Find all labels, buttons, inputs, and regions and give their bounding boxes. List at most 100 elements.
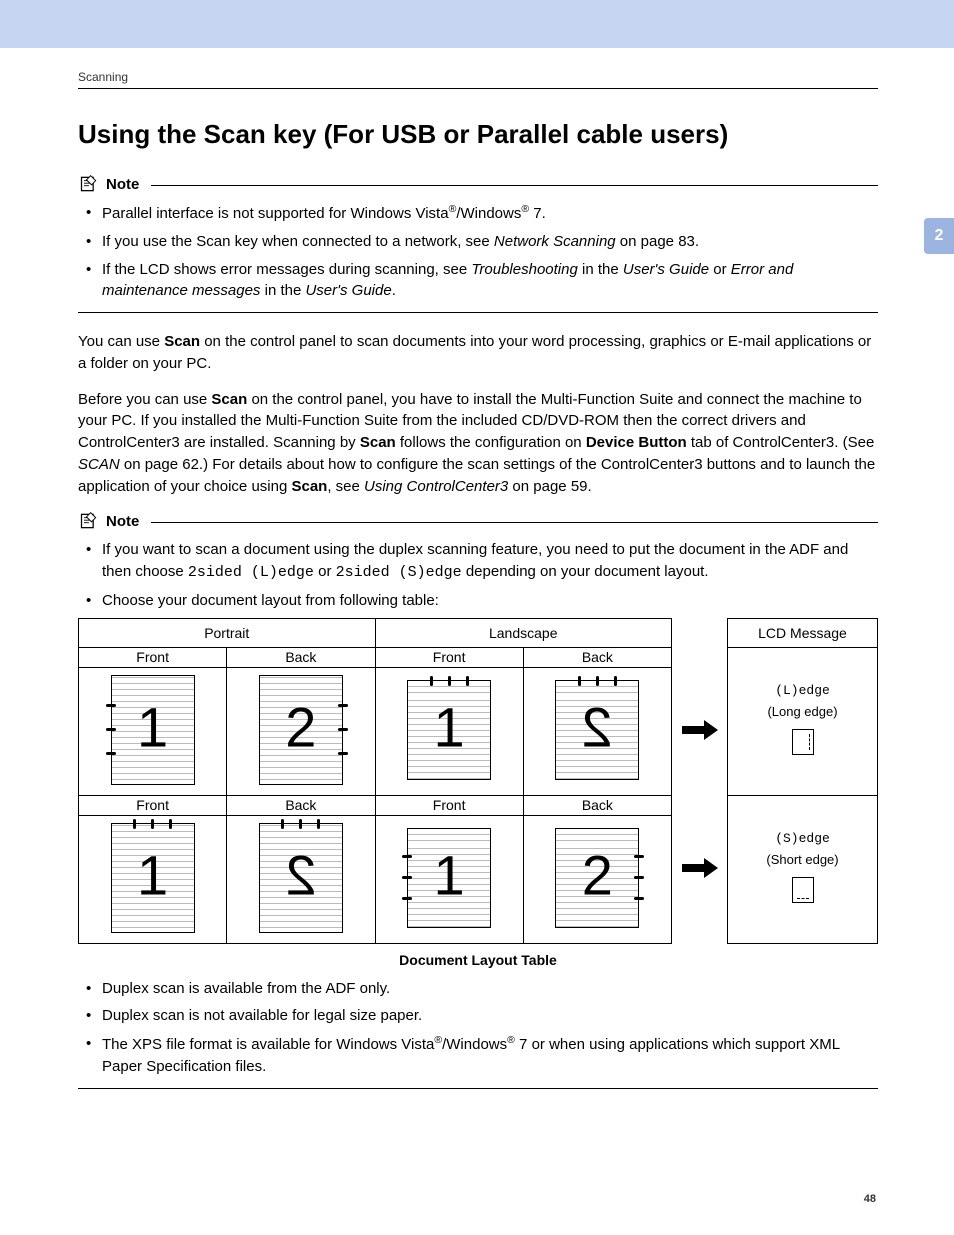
text: depending on your document layout. <box>462 563 709 580</box>
note2-bullet-5: The XPS file format is available for Win… <box>86 1033 878 1078</box>
note2-bullet-1: If you want to scan a document using the… <box>86 539 878 584</box>
chapter-tab: 2 <box>924 218 954 254</box>
cell-landscape-back-2: 2 <box>523 815 671 943</box>
cell-landscape-front-1: 1 <box>375 667 523 795</box>
th-back: Back <box>523 647 671 667</box>
lcd-row-2: (S)edge (Short edge) <box>728 795 878 943</box>
digit: 1 <box>137 842 168 907</box>
cell-portrait-front-1: 1 <box>79 667 227 795</box>
text: Scan <box>360 434 396 451</box>
text: (Long edge) <box>767 704 837 719</box>
note-end-rule <box>78 1088 878 1089</box>
th-portrait: Portrait <box>79 618 376 647</box>
note-block-1: Note Parallel interface is not supported… <box>78 174 878 313</box>
note-icon <box>78 511 100 531</box>
doc-thumb: 2 <box>259 675 343 785</box>
note2-bullet-2: Choose your document layout from followi… <box>86 590 878 612</box>
text: in the <box>578 261 623 278</box>
divider <box>78 88 878 89</box>
reg-mark: ® <box>434 1034 442 1046</box>
short-edge-icon <box>792 877 814 903</box>
digit: 2 <box>582 694 613 759</box>
text: Scan <box>164 333 200 350</box>
doc-thumb: 1 <box>407 680 491 780</box>
reg-mark: ® <box>521 203 529 215</box>
note-icon <box>78 174 100 194</box>
text: , see <box>327 478 364 495</box>
note1-bullet-1: Parallel interface is not supported for … <box>86 202 878 225</box>
top-banner <box>0 0 954 48</box>
note-block-2: Note If you want to scan a document usin… <box>78 511 878 1088</box>
text: or <box>709 261 731 278</box>
link-text: Network Scanning <box>494 233 616 250</box>
cell-portrait-front-2: 1 <box>79 815 227 943</box>
th-front: Front <box>79 795 227 815</box>
cell-landscape-back-1: 2 <box>523 667 671 795</box>
text: in the <box>260 282 305 299</box>
text: Before you can use <box>78 391 211 408</box>
text: If the LCD shows error messages during s… <box>102 261 471 278</box>
text: Scan <box>291 478 327 495</box>
doc-thumb: 1 <box>407 828 491 928</box>
doc-thumb: 2 <box>555 828 639 928</box>
code: (L)edge <box>775 683 830 698</box>
th-front: Front <box>79 647 227 667</box>
digit: 1 <box>434 694 465 759</box>
text: /Windows <box>456 205 521 222</box>
text: User's Guide <box>623 261 709 278</box>
note1-bullet-2: If you use the Scan key when connected t… <box>86 231 878 253</box>
note-end-rule <box>78 312 878 313</box>
text: SCAN <box>78 456 120 473</box>
digit: 2 <box>285 842 316 907</box>
doc-thumb: 2 <box>259 823 343 933</box>
document-layout-table: Portrait Landscape LCD Message Front Bac… <box>78 618 878 944</box>
doc-thumb: 1 <box>111 675 195 785</box>
long-edge-icon <box>792 729 814 755</box>
text: /Windows <box>442 1036 507 1053</box>
text: If you use the Scan key when connected t… <box>102 233 494 250</box>
reg-mark: ® <box>507 1034 515 1046</box>
text: Scan <box>211 391 247 408</box>
text: The XPS file format is available for Win… <box>102 1036 434 1053</box>
digit: 1 <box>434 842 465 907</box>
arrow-cell <box>672 795 728 943</box>
text: Device Button <box>586 434 687 451</box>
text: follows the configuration on <box>396 434 586 451</box>
text: tab of ControlCenter3. (See <box>687 434 875 451</box>
th-landscape: Landscape <box>375 618 672 647</box>
note2-bullet-3: Duplex scan is available from the ADF on… <box>86 978 878 1000</box>
lcd-row-1: (L)edge (Long edge) <box>728 647 878 795</box>
note1-bullet-3: If the LCD shows error messages during s… <box>86 259 878 303</box>
note2-bullet-4: Duplex scan is not available for legal s… <box>86 1005 878 1027</box>
text: Troubleshooting <box>471 261 577 278</box>
table-caption: Document Layout Table <box>78 952 878 968</box>
spacer <box>672 618 728 667</box>
arrow-cell <box>672 667 728 795</box>
th-front: Front <box>375 795 523 815</box>
text: on page 59. <box>508 478 591 495</box>
paragraph-1: You can use Scan on the control panel to… <box>78 331 878 375</box>
cell-portrait-back-2: 2 <box>227 815 375 943</box>
cell-landscape-front-2: 1 <box>375 815 523 943</box>
section-label: Scanning <box>78 70 878 84</box>
arrow-right-icon <box>680 856 720 880</box>
digit: 2 <box>582 842 613 907</box>
text: on page 83. <box>616 233 699 250</box>
th-back: Back <box>227 647 375 667</box>
page-number: 48 <box>864 1193 876 1205</box>
code: 2sided (S)edge <box>336 564 462 581</box>
note-rule <box>151 522 878 523</box>
page-title: Using the Scan key (For USB or Parallel … <box>78 119 878 150</box>
text: Using ControlCenter3 <box>364 478 508 495</box>
paragraph-2: Before you can use Scan on the control p… <box>78 389 878 498</box>
text: . <box>392 282 396 299</box>
th-lcd: LCD Message <box>728 618 878 647</box>
note-label: Note <box>106 176 139 193</box>
text: Parallel interface is not supported for … <box>102 205 449 222</box>
text: or <box>314 563 336 580</box>
page-content: Scanning Using the Scan key (For USB or … <box>78 70 878 1107</box>
th-back: Back <box>523 795 671 815</box>
arrow-right-icon <box>680 718 720 742</box>
text: 7. <box>529 205 546 222</box>
cell-portrait-back-1: 2 <box>227 667 375 795</box>
